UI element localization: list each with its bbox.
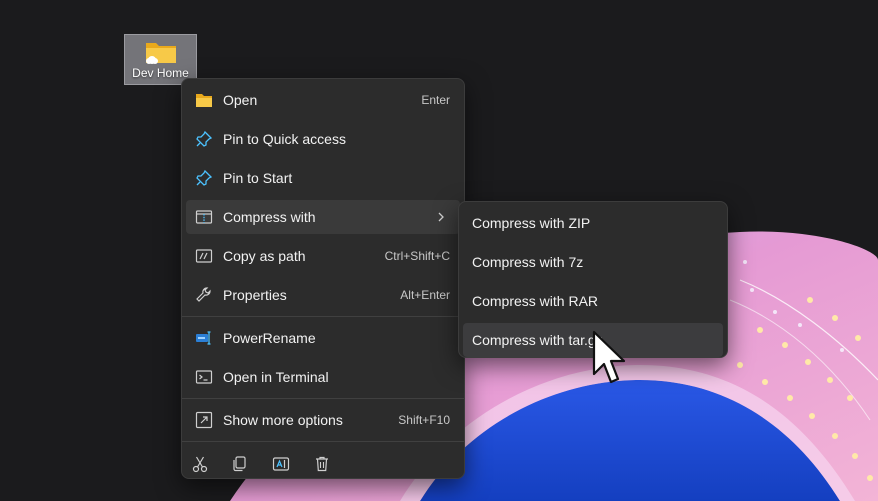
menu-item-label: Compress with: [223, 209, 316, 225]
menu-item-shortcut: Ctrl+Shift+C: [384, 249, 450, 263]
folder-icon: [196, 94, 212, 107]
menu-item-label: Copy as path: [223, 248, 306, 264]
menu-item-pin-quick-access[interactable]: Pin to Quick access: [186, 122, 460, 156]
menu-item-label: Pin to Start: [223, 170, 293, 186]
archive-icon: [195, 210, 213, 224]
submenu-item-label: Compress with ZIP: [472, 215, 591, 231]
submenu-item-compress-7z[interactable]: Compress with 7z: [463, 245, 723, 279]
rename-button[interactable]: [267, 450, 295, 478]
path-icon: [195, 249, 213, 263]
menu-item-label: Open in Terminal: [223, 369, 329, 385]
menu-item-label: Properties: [223, 287, 287, 303]
menu-item-label: PowerRename: [223, 330, 316, 346]
menu-item-shortcut: Shift+F10: [398, 413, 450, 427]
menu-item-open-in-terminal[interactable]: Open in Terminal: [186, 360, 460, 394]
menu-item-pin-to-start[interactable]: Pin to Start: [186, 161, 460, 195]
menu-item-powerrename[interactable]: PowerRename: [186, 321, 460, 355]
submenu-item-label: Compress with tar.gz: [472, 332, 603, 348]
more-options-icon: [195, 411, 213, 429]
folder-icon: [146, 43, 176, 64]
menu-item-label: Pin to Quick access: [223, 131, 346, 147]
copy-button[interactable]: [226, 450, 254, 478]
menu-item-show-more-options[interactable]: Show more options Shift+F10: [186, 403, 460, 437]
menu-item-shortcut: Alt+Enter: [400, 288, 450, 302]
rename-icon: [272, 457, 290, 471]
menu-separator: [182, 398, 464, 399]
submenu-item-label: Compress with 7z: [472, 254, 584, 270]
submenu-item-compress-rar[interactable]: Compress with RAR: [463, 284, 723, 318]
mouse-cursor-icon: [592, 330, 626, 384]
menu-item-properties[interactable]: Properties Alt+Enter: [186, 278, 460, 312]
pin-icon: [196, 130, 213, 147]
powerrename-icon: [196, 331, 211, 345]
delete-button[interactable]: [308, 450, 336, 478]
wrench-icon: [196, 287, 211, 302]
chevron-right-icon: [438, 212, 444, 222]
menu-item-label: Open: [223, 92, 258, 108]
pin-icon: [196, 169, 213, 186]
context-menu: Open Enter Pin to Quick access Pin to St…: [181, 78, 465, 479]
menu-item-shortcut: Enter: [421, 93, 450, 107]
menu-item-label: Show more options: [223, 412, 343, 428]
menu-separator: [182, 316, 464, 317]
desktop: Dev Home Open Enter Pin to Quick access …: [0, 0, 878, 501]
terminal-icon: [195, 370, 213, 384]
menu-separator: [182, 441, 464, 442]
menu-item-copy-as-path[interactable]: Copy as path Ctrl+Shift+C: [186, 239, 460, 273]
menu-item-open[interactable]: Open Enter: [186, 83, 460, 117]
delete-icon: [316, 456, 328, 472]
copy-icon: [233, 456, 246, 472]
submenu-item-label: Compress with RAR: [472, 293, 599, 309]
submenu-item-compress-zip[interactable]: Compress with ZIP: [463, 206, 723, 240]
menu-item-compress-with[interactable]: Compress with: [186, 200, 460, 234]
cut-icon: [192, 456, 208, 473]
cut-button[interactable]: [186, 450, 214, 478]
